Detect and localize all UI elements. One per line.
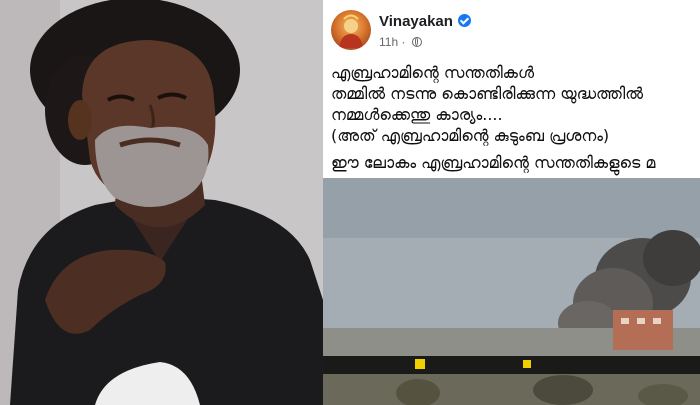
post-line: നമ്മൾക്കെന്തു കാര്യം.... — [331, 105, 503, 124]
portrait-illustration — [0, 0, 323, 405]
composite-image: Vinayakan 11h · എബ്രഹാമിന്റെ സന്തതികൾ തമ… — [0, 0, 700, 405]
post-line: എബ്രഹാമിന്റെ സന്തതികൾ — [331, 63, 535, 82]
post-header: Vinayakan 11h · — [331, 10, 691, 54]
post-line: ഈ ലോകം എബ്രഹാമിന്റെ സന്തതികളുടെ മ — [331, 153, 656, 172]
post-image[interactable] — [323, 178, 700, 405]
author-name[interactable]: Vinayakan — [379, 13, 471, 30]
globe-icon[interactable] — [411, 37, 422, 47]
post-line: തമ്മിൽ നടന്നു കൊണ്ടിരിക്കുന്ന യുദ്ധത്തിൽ — [331, 84, 644, 103]
verified-badge-icon — [457, 14, 471, 27]
post-text: എബ്രഹാമിന്റെ സന്തതികൾ തമ്മിൽ നടന്നു കൊണ്… — [331, 62, 696, 173]
post-line: (അത് എബ്രഹാമിന്റെ കുടുംബ പ്രശനം) — [331, 126, 610, 145]
man-portrait-photo — [0, 0, 323, 405]
post-meta: 11h · — [379, 35, 422, 49]
author-name-text[interactable]: Vinayakan — [379, 13, 453, 30]
author-avatar[interactable] — [331, 10, 371, 50]
post-time[interactable]: 11h — [379, 35, 398, 49]
facebook-post: Vinayakan 11h · എബ്രഹാമിന്റെ സന്തതികൾ തമ… — [323, 0, 700, 405]
avatar-image — [339, 14, 363, 48]
war-scene-illustration — [323, 178, 700, 405]
meta-separator: · — [401, 35, 406, 49]
